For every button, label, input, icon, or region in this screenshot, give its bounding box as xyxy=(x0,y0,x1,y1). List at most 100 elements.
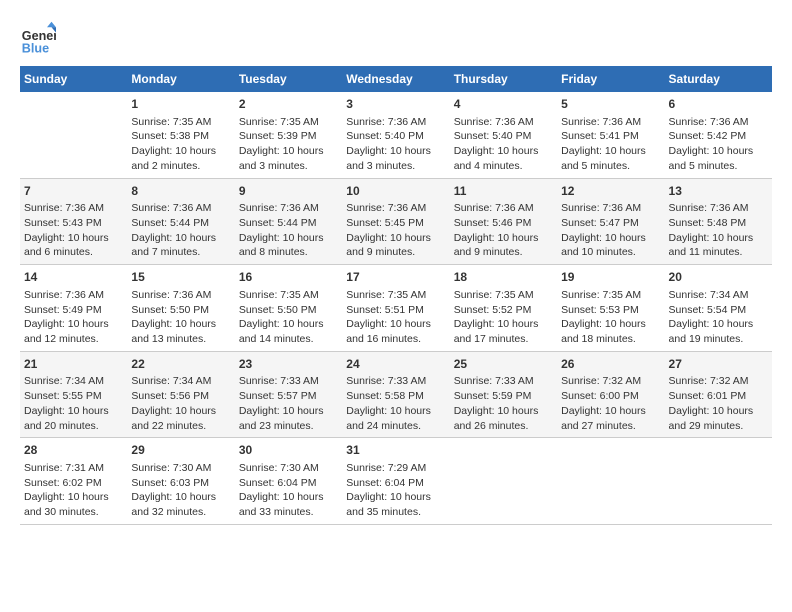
day-number: 4 xyxy=(454,96,553,113)
day-info: Sunrise: 7:34 AM xyxy=(669,288,768,303)
day-info: Daylight: 10 hours xyxy=(239,317,338,332)
day-info: and 7 minutes. xyxy=(131,245,230,260)
day-cell: 26Sunrise: 7:32 AMSunset: 6:00 PMDayligh… xyxy=(557,351,664,438)
day-number: 11 xyxy=(454,183,553,200)
day-info: Sunrise: 7:35 AM xyxy=(239,115,338,130)
day-number: 26 xyxy=(561,356,660,373)
calendar-header: SundayMondayTuesdayWednesdayThursdayFrid… xyxy=(20,66,772,92)
day-number: 13 xyxy=(669,183,768,200)
day-info: and 5 minutes. xyxy=(561,159,660,174)
day-number: 28 xyxy=(24,442,123,459)
day-info: Sunrise: 7:36 AM xyxy=(454,115,553,130)
day-info: Sunrise: 7:36 AM xyxy=(131,288,230,303)
day-info: Sunrise: 7:36 AM xyxy=(669,115,768,130)
day-cell: 1Sunrise: 7:35 AMSunset: 5:38 PMDaylight… xyxy=(127,92,234,178)
day-number: 23 xyxy=(239,356,338,373)
day-info: Sunset: 5:57 PM xyxy=(239,389,338,404)
day-info: Sunset: 5:39 PM xyxy=(239,129,338,144)
day-info: Sunrise: 7:31 AM xyxy=(24,461,123,476)
day-info: Sunset: 5:46 PM xyxy=(454,216,553,231)
day-cell: 3Sunrise: 7:36 AMSunset: 5:40 PMDaylight… xyxy=(342,92,449,178)
day-info: and 9 minutes. xyxy=(346,245,445,260)
day-info: and 24 minutes. xyxy=(346,419,445,434)
day-number: 24 xyxy=(346,356,445,373)
day-cell: 23Sunrise: 7:33 AMSunset: 5:57 PMDayligh… xyxy=(235,351,342,438)
day-cell xyxy=(665,438,772,525)
day-cell: 10Sunrise: 7:36 AMSunset: 5:45 PMDayligh… xyxy=(342,178,449,265)
day-cell: 28Sunrise: 7:31 AMSunset: 6:02 PMDayligh… xyxy=(20,438,127,525)
day-info: Daylight: 10 hours xyxy=(669,144,768,159)
day-cell: 29Sunrise: 7:30 AMSunset: 6:03 PMDayligh… xyxy=(127,438,234,525)
day-info: Daylight: 10 hours xyxy=(346,490,445,505)
week-row-1: 1Sunrise: 7:35 AMSunset: 5:38 PMDaylight… xyxy=(20,92,772,178)
day-info: Sunset: 5:48 PM xyxy=(669,216,768,231)
day-info: and 8 minutes. xyxy=(239,245,338,260)
day-number: 14 xyxy=(24,269,123,286)
day-info: Sunset: 6:03 PM xyxy=(131,476,230,491)
day-number: 30 xyxy=(239,442,338,459)
day-cell: 21Sunrise: 7:34 AMSunset: 5:55 PMDayligh… xyxy=(20,351,127,438)
page-header: General Blue xyxy=(20,20,772,56)
day-cell: 30Sunrise: 7:30 AMSunset: 6:04 PMDayligh… xyxy=(235,438,342,525)
day-info: and 33 minutes. xyxy=(239,505,338,520)
day-number: 22 xyxy=(131,356,230,373)
day-cell: 14Sunrise: 7:36 AMSunset: 5:49 PMDayligh… xyxy=(20,265,127,352)
day-info: and 5 minutes. xyxy=(669,159,768,174)
day-info: Sunset: 5:50 PM xyxy=(131,303,230,318)
day-info: Sunset: 5:44 PM xyxy=(131,216,230,231)
day-info: Sunrise: 7:36 AM xyxy=(24,201,123,216)
day-cell: 20Sunrise: 7:34 AMSunset: 5:54 PMDayligh… xyxy=(665,265,772,352)
day-info: Sunrise: 7:36 AM xyxy=(239,201,338,216)
day-info: Sunrise: 7:33 AM xyxy=(239,374,338,389)
day-info: Daylight: 10 hours xyxy=(561,404,660,419)
day-number: 16 xyxy=(239,269,338,286)
day-info: Sunrise: 7:35 AM xyxy=(454,288,553,303)
day-info: Sunset: 6:01 PM xyxy=(669,389,768,404)
day-info: Sunset: 5:43 PM xyxy=(24,216,123,231)
day-info: Daylight: 10 hours xyxy=(239,404,338,419)
day-info: Sunrise: 7:33 AM xyxy=(346,374,445,389)
day-info: Daylight: 10 hours xyxy=(24,404,123,419)
day-info: Sunset: 5:58 PM xyxy=(346,389,445,404)
day-cell: 27Sunrise: 7:32 AMSunset: 6:01 PMDayligh… xyxy=(665,351,772,438)
day-info: and 9 minutes. xyxy=(454,245,553,260)
day-info: Sunset: 5:45 PM xyxy=(346,216,445,231)
col-header-tuesday: Tuesday xyxy=(235,66,342,92)
day-info: Sunrise: 7:35 AM xyxy=(131,115,230,130)
day-info: Daylight: 10 hours xyxy=(131,144,230,159)
day-number: 15 xyxy=(131,269,230,286)
day-info: Sunset: 5:55 PM xyxy=(24,389,123,404)
day-number: 20 xyxy=(669,269,768,286)
day-cell: 17Sunrise: 7:35 AMSunset: 5:51 PMDayligh… xyxy=(342,265,449,352)
logo: General Blue xyxy=(20,20,56,56)
day-number: 6 xyxy=(669,96,768,113)
day-info: and 11 minutes. xyxy=(669,245,768,260)
day-cell: 19Sunrise: 7:35 AMSunset: 5:53 PMDayligh… xyxy=(557,265,664,352)
day-info: and 12 minutes. xyxy=(24,332,123,347)
day-info: Daylight: 10 hours xyxy=(669,317,768,332)
day-info: Sunset: 5:52 PM xyxy=(454,303,553,318)
day-info: Sunset: 6:04 PM xyxy=(239,476,338,491)
day-info: Sunrise: 7:35 AM xyxy=(239,288,338,303)
day-info: Daylight: 10 hours xyxy=(669,404,768,419)
day-number: 19 xyxy=(561,269,660,286)
day-cell: 22Sunrise: 7:34 AMSunset: 5:56 PMDayligh… xyxy=(127,351,234,438)
day-info: Daylight: 10 hours xyxy=(131,231,230,246)
day-info: Daylight: 10 hours xyxy=(24,490,123,505)
day-info: and 17 minutes. xyxy=(454,332,553,347)
col-header-friday: Friday xyxy=(557,66,664,92)
col-header-sunday: Sunday xyxy=(20,66,127,92)
day-info: and 27 minutes. xyxy=(561,419,660,434)
day-cell: 31Sunrise: 7:29 AMSunset: 6:04 PMDayligh… xyxy=(342,438,449,525)
day-cell: 6Sunrise: 7:36 AMSunset: 5:42 PMDaylight… xyxy=(665,92,772,178)
day-info: and 4 minutes. xyxy=(454,159,553,174)
day-info: Sunrise: 7:33 AM xyxy=(454,374,553,389)
svg-text:Blue: Blue xyxy=(22,41,49,55)
day-info: and 23 minutes. xyxy=(239,419,338,434)
day-info: Sunrise: 7:36 AM xyxy=(561,115,660,130)
day-info: Sunset: 6:04 PM xyxy=(346,476,445,491)
day-info: Daylight: 10 hours xyxy=(346,404,445,419)
day-number: 9 xyxy=(239,183,338,200)
day-number: 18 xyxy=(454,269,553,286)
day-cell: 12Sunrise: 7:36 AMSunset: 5:47 PMDayligh… xyxy=(557,178,664,265)
